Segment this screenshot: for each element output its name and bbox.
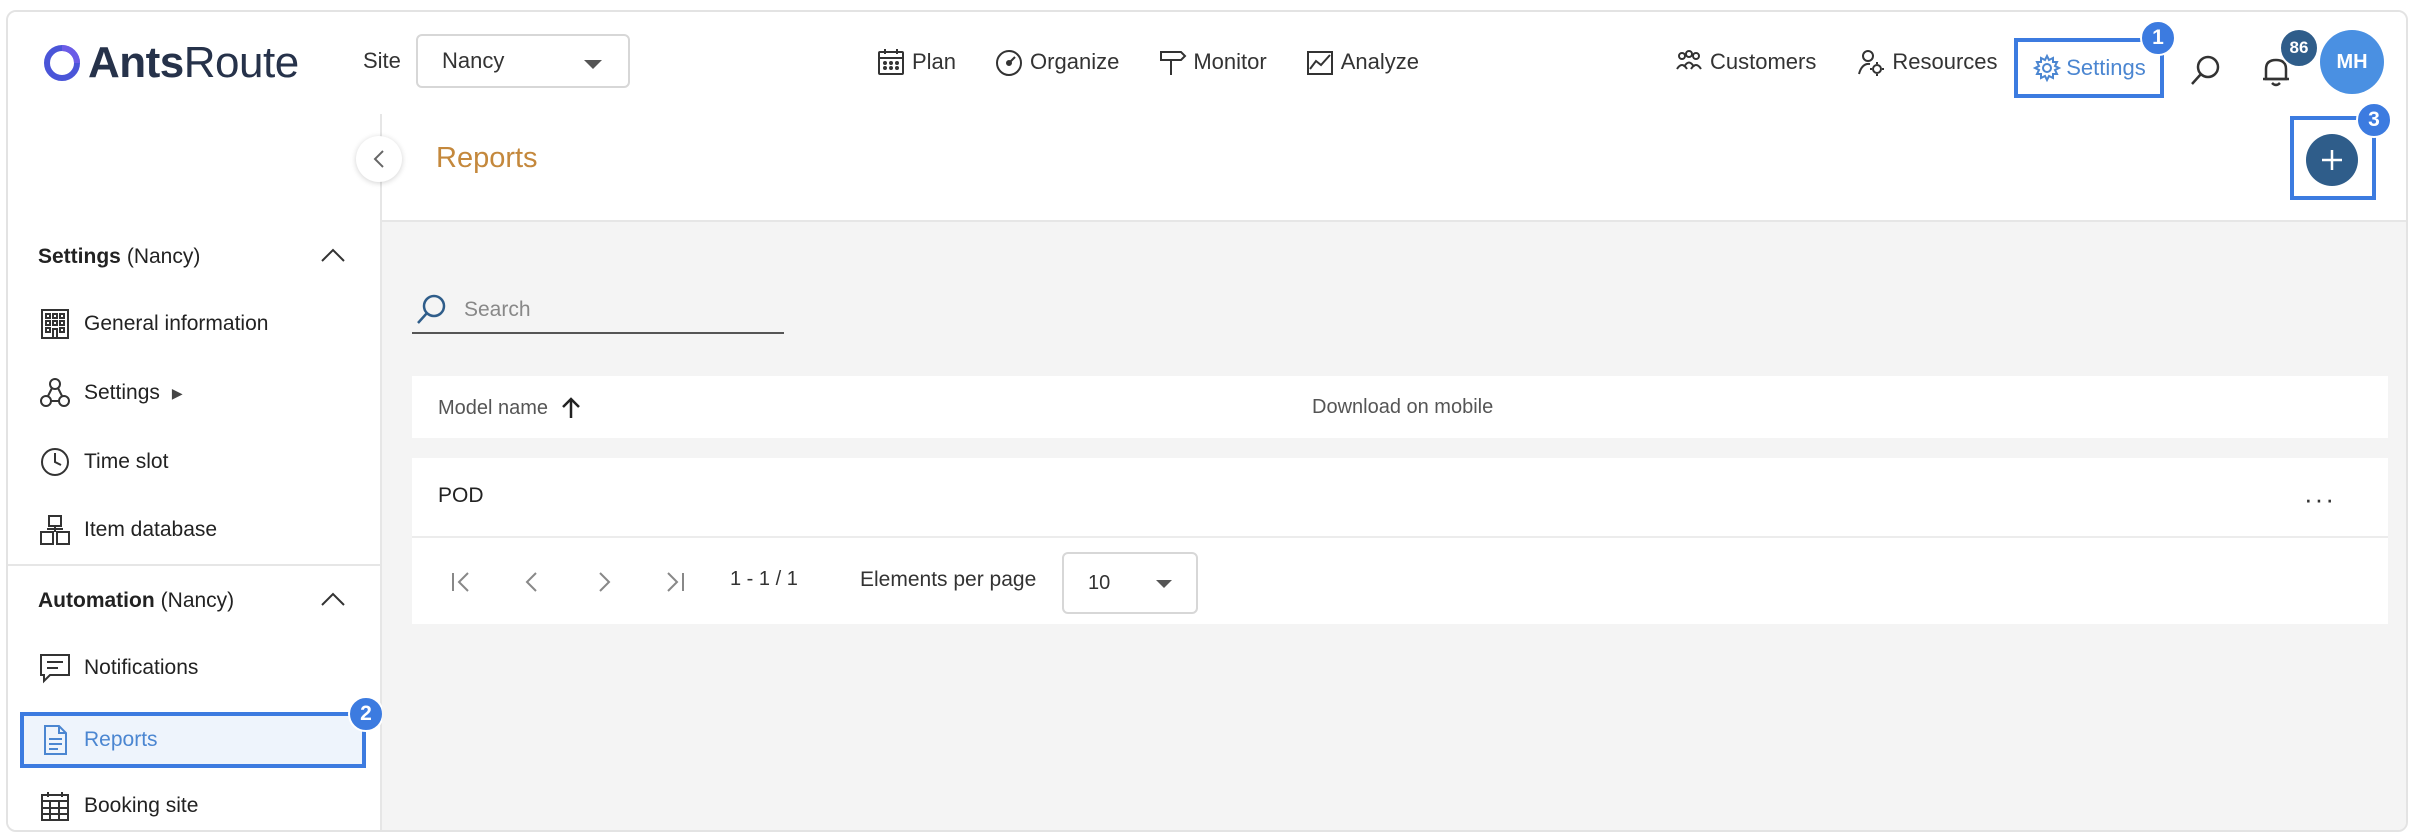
caret-down-icon — [1156, 580, 1172, 588]
calendar-grid-icon — [41, 792, 69, 821]
page-title: Reports — [436, 142, 538, 174]
elements-per-page-select[interactable]: 10 — [1062, 552, 1198, 614]
more-options-icon[interactable]: ··· — [2304, 484, 2336, 515]
column-header-download-on-mobile[interactable]: Download on mobile — [1312, 396, 1493, 419]
page-range: 1 - 1 / 1 — [730, 568, 798, 590]
content-body: Model name Download on mobile POD ··· 1 … — [382, 222, 2406, 830]
caret-down-icon — [584, 60, 602, 69]
search-icon — [417, 294, 446, 324]
sidebar-item-time-slot[interactable]: Time slot — [38, 442, 168, 482]
app-window: AntsRoute Site Nancy Plan Organize Monit… — [6, 10, 2408, 832]
nav-analyze-label: Analyze — [1340, 49, 1419, 74]
nav-organize-label: Organize — [1030, 49, 1120, 74]
nav-customers-label: Customers — [1710, 49, 1817, 74]
boxes-icon — [40, 515, 70, 545]
sidebar-item-settings[interactable]: Settings ▶ — [38, 373, 183, 413]
settings-section-header[interactable]: Settings (Nancy) — [38, 237, 358, 277]
notification-badge: 86 — [2279, 28, 2319, 68]
pagination: 1 - 1 / 1 Elements per page 10 — [412, 538, 2388, 624]
sidebar-item-reports[interactable]: Reports — [38, 720, 158, 760]
search-icon[interactable] — [2188, 54, 2222, 88]
step-badge-1: 1 — [2140, 20, 2176, 56]
nav-plan[interactable]: Plan — [876, 40, 956, 84]
right-nav: Customers Resources — [1674, 40, 2038, 84]
chart-icon — [1306, 51, 1333, 75]
automation-section-header[interactable]: Automation (Nancy) — [38, 581, 358, 621]
first-page-icon[interactable] — [448, 568, 476, 596]
sort-ascending-icon — [562, 397, 580, 418]
calendar-icon — [878, 49, 904, 75]
nav-customers[interactable]: Customers — [1674, 40, 1816, 84]
nav-analyze[interactable]: Analyze — [1305, 40, 1419, 84]
sidebar-item-label: Settings — [84, 381, 160, 404]
message-icon — [40, 654, 70, 684]
column-header-model-name[interactable]: Model name — [438, 396, 582, 420]
nav-settings-label: Settings — [2066, 55, 2146, 80]
site-select[interactable]: Nancy — [416, 34, 630, 88]
cell-model-name: POD — [438, 484, 484, 507]
settings-nodes-icon — [40, 378, 70, 407]
last-page-icon[interactable] — [660, 568, 688, 596]
column-header-label: Download on mobile — [1312, 396, 1494, 418]
search-field[interactable] — [412, 288, 784, 334]
logo[interactable]: AntsRoute — [42, 38, 299, 88]
document-icon — [44, 725, 67, 755]
signpost-icon — [1160, 51, 1187, 75]
site-select-value: Nancy — [442, 48, 505, 73]
chevron-up-icon — [321, 592, 345, 606]
sidebar-item-general-information[interactable]: General information — [38, 304, 268, 344]
column-header-label: Model name — [438, 396, 549, 419]
sidebar: Settings (Nancy) General information Set… — [8, 114, 384, 830]
chevron-left-icon — [373, 150, 384, 168]
resources-icon — [1858, 50, 1885, 76]
table-row[interactable]: POD ··· — [412, 458, 2388, 538]
step-badge-3: 3 — [2356, 102, 2392, 138]
clock-icon — [41, 448, 69, 476]
table-header: Model name Download on mobile — [412, 376, 2388, 438]
building-icon — [41, 309, 69, 339]
nav-resources-label: Resources — [1892, 49, 1998, 74]
site-label: Site — [363, 48, 401, 73]
nav-plan-label: Plan — [912, 49, 957, 74]
ants-logo-icon — [44, 45, 80, 81]
top-bar: AntsRoute Site Nancy Plan Organize Monit… — [8, 12, 2406, 116]
chevron-up-icon — [321, 248, 345, 262]
gauge-icon — [996, 50, 1023, 76]
sidebar-item-label: Item database — [84, 518, 218, 541]
add-report-button[interactable] — [2306, 134, 2358, 186]
nav-resources[interactable]: Resources — [1856, 40, 1998, 84]
sidebar-item-label: Reports — [84, 728, 158, 751]
sidebar-item-label: Booking site — [84, 794, 199, 817]
content-header: Reports — [382, 114, 2406, 222]
gear-icon — [2033, 53, 2062, 83]
logo-text: AntsRoute — [88, 38, 299, 87]
step-badge-2: 2 — [348, 696, 384, 732]
submenu-arrow-icon: ▶ — [171, 384, 183, 401]
automation-section-title: Automation — [38, 589, 155, 612]
plus-icon — [2322, 150, 2342, 170]
collapse-sidebar-button[interactable] — [356, 136, 402, 182]
sidebar-item-label: Time slot — [84, 450, 169, 473]
nav-monitor[interactable]: Monitor — [1157, 40, 1267, 84]
elements-per-page-label: Elements per page — [860, 568, 1037, 591]
nav-monitor-label: Monitor — [1193, 49, 1267, 74]
customers-icon — [1676, 50, 1702, 70]
main-nav: Plan Organize Monitor Analyze — [876, 40, 1457, 84]
next-page-icon[interactable] — [590, 568, 618, 596]
automation-section-site: (Nancy) — [160, 589, 235, 612]
previous-page-icon[interactable] — [518, 568, 546, 596]
nav-organize[interactable]: Organize — [994, 40, 1119, 84]
sidebar-item-notifications[interactable]: Notifications — [38, 648, 198, 688]
avatar[interactable]: MH — [2320, 30, 2384, 94]
sidebar-item-label: General information — [84, 312, 269, 335]
sidebar-item-booking-site[interactable]: Booking site — [38, 786, 198, 826]
sidebar-divider — [8, 564, 380, 566]
elements-per-page-value: 10 — [1088, 571, 1111, 594]
search-input[interactable] — [462, 297, 766, 323]
sidebar-item-label: Notifications — [84, 656, 199, 679]
sidebar-item-item-database[interactable]: Item database — [38, 510, 217, 550]
settings-section-site: (Nancy) — [126, 245, 201, 268]
settings-section-title: Settings — [38, 245, 121, 268]
